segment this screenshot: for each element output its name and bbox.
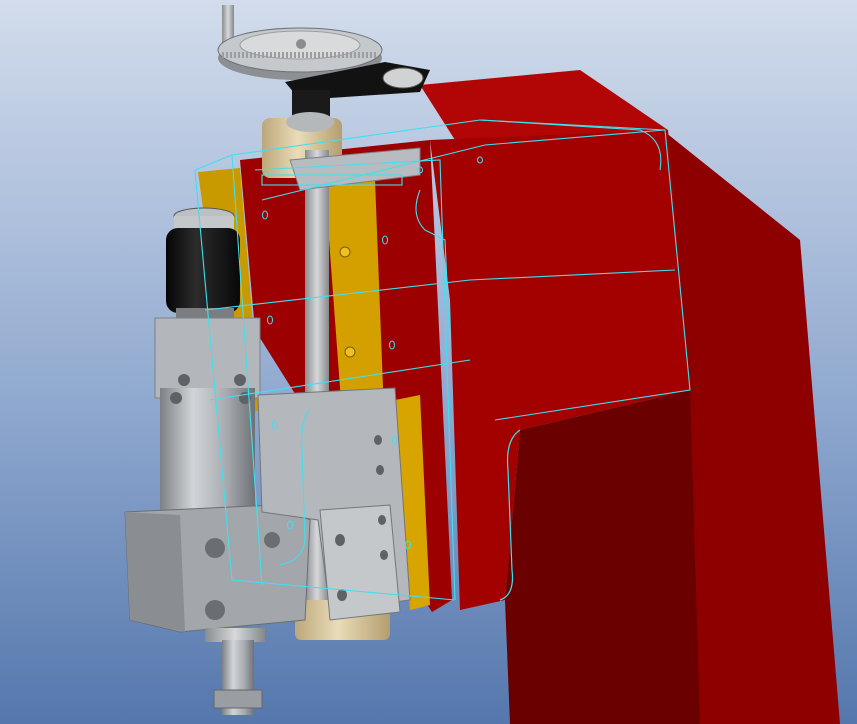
cad-viewport[interactable] [0, 0, 857, 724]
cad-3d-scene[interactable] [0, 0, 857, 724]
